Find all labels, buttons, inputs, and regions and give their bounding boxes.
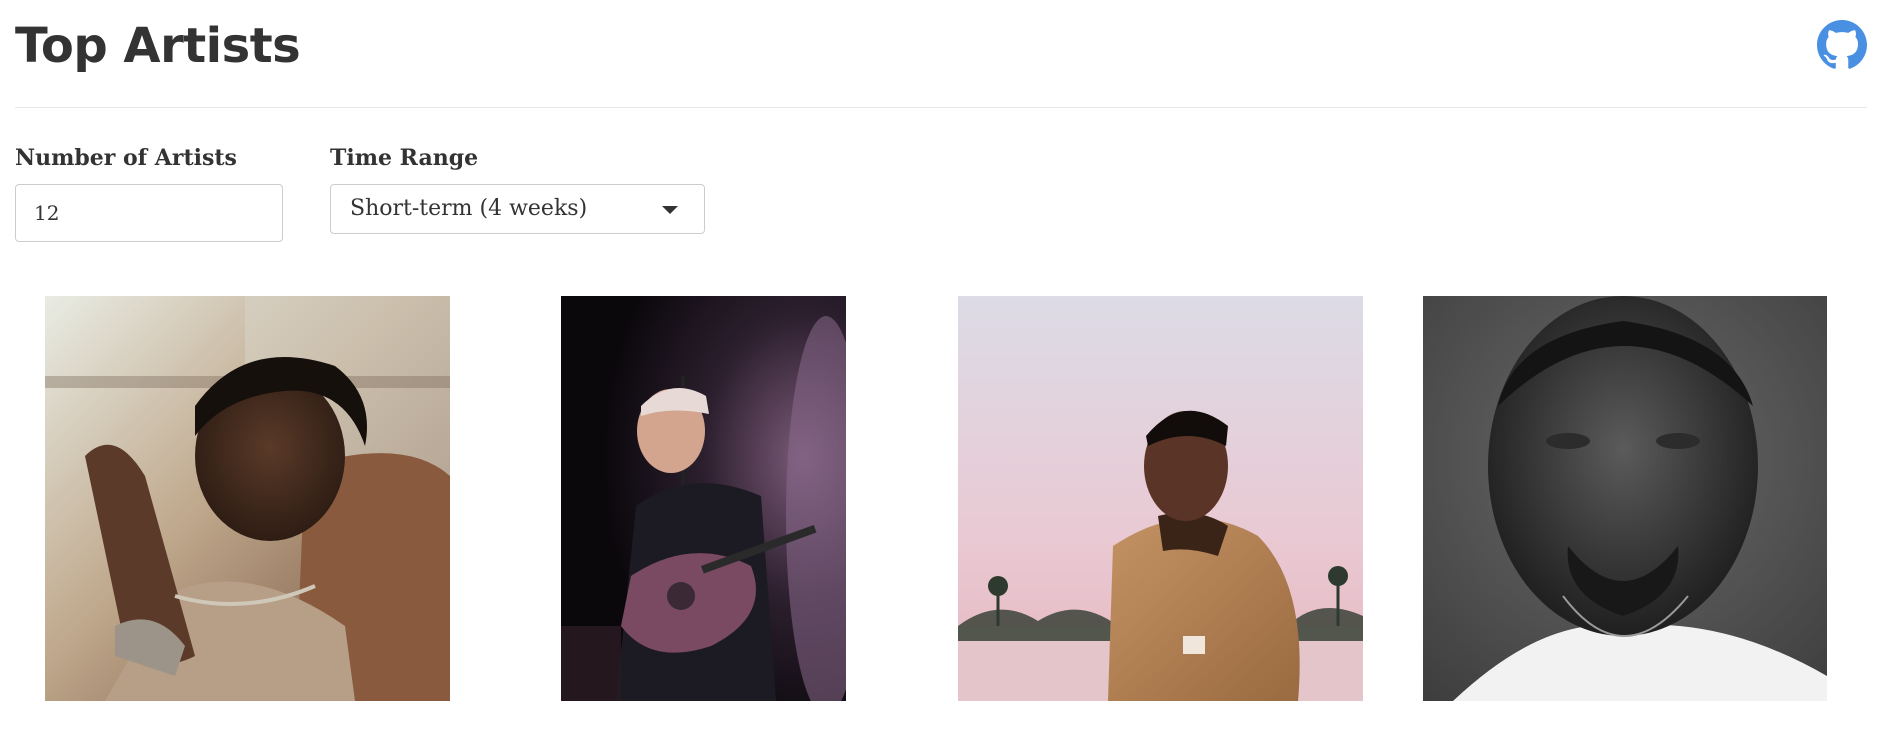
artist-card[interactable] — [1423, 296, 1827, 701]
number-of-artists-label: Number of Artists — [15, 145, 237, 171]
artist-photo-guitarist-stage — [561, 296, 846, 701]
artist-card[interactable] — [958, 296, 1363, 701]
page-header: Top Artists — [15, 0, 1867, 108]
artist-photo-monochrome-portrait — [1423, 296, 1827, 701]
time-range-selected-value: Short-term (4 weeks) — [350, 196, 588, 221]
time-range-label: Time Range — [330, 145, 479, 171]
page-title: Top Artists — [15, 18, 301, 74]
artist-photo-sunset-portrait — [958, 296, 1363, 701]
time-range-select[interactable]: Short-term (4 weeks) — [330, 184, 705, 234]
number-of-artists-input[interactable] — [15, 184, 283, 242]
chevron-down-icon — [662, 206, 678, 214]
artist-photo-portrait-warm — [45, 296, 450, 701]
artist-card[interactable] — [45, 296, 450, 701]
github-icon[interactable] — [1817, 20, 1867, 70]
github-icon-graphic — [1817, 20, 1867, 69]
artist-card[interactable] — [561, 296, 846, 701]
